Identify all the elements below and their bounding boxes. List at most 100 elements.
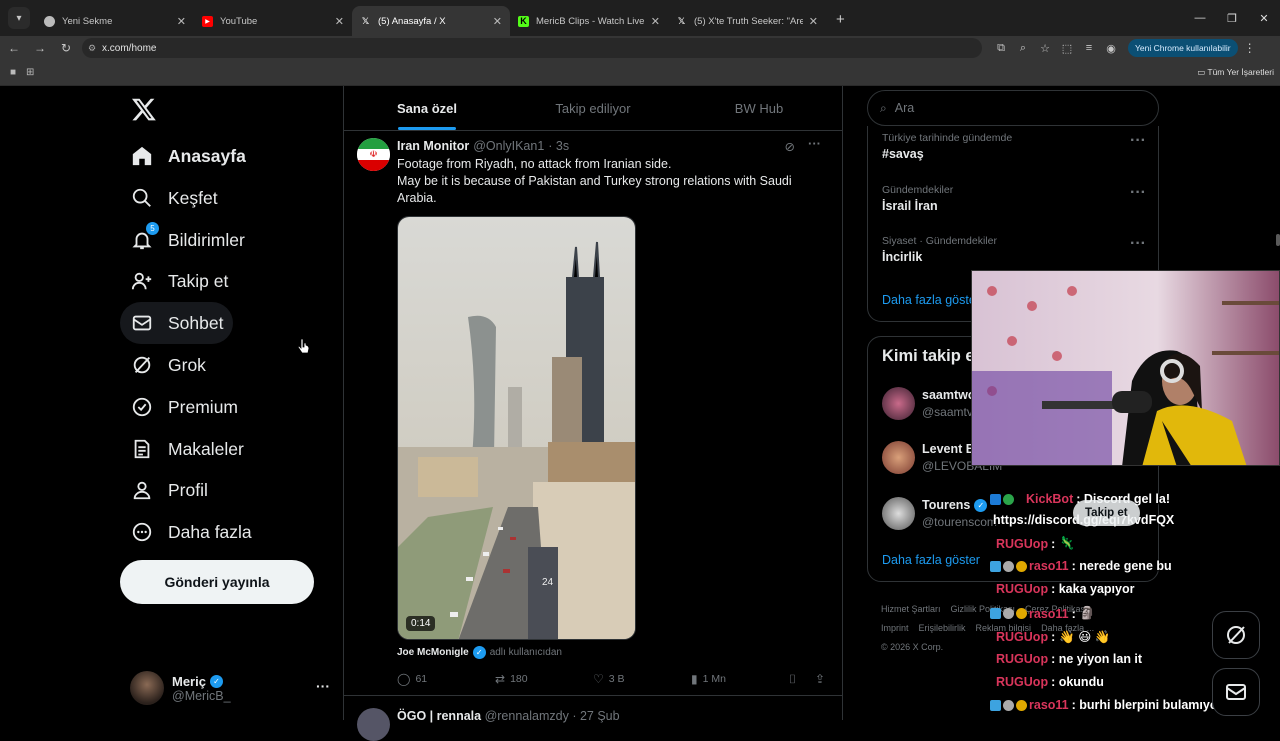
media-control-icon[interactable]: ≡ (1078, 42, 1100, 54)
tweet-author-name[interactable]: Iran Monitor (397, 139, 469, 153)
extensions-icon[interactable]: ⬚ (1056, 42, 1078, 55)
emote-icon: 👋 😃 👋 (1059, 630, 1111, 644)
views-button[interactable]: ▮ 1 Mn (691, 672, 726, 686)
verified-badge-icon (1003, 493, 1014, 505)
restore-icon[interactable]: ❐ (1216, 12, 1248, 25)
tab-search-button[interactable]: ▾ (8, 7, 30, 29)
heart-icon: ♡ (593, 672, 604, 686)
site-info-icon[interactable]: ⚙ (88, 43, 102, 54)
more-icon[interactable]: ··· (316, 678, 330, 694)
chat-message: raso11: nerede gene bu (990, 559, 1172, 573)
share-button[interactable]: ⇪ (815, 672, 830, 686)
nav-notifications[interactable]: 5 Bildirimler (120, 219, 255, 261)
grok-icon (130, 353, 154, 377)
bookmark-star-icon[interactable]: ☆ (1034, 42, 1056, 55)
trends-show-more-link[interactable]: Daha fazla göster (882, 293, 980, 307)
trend-item[interactable]: Siyaset · Gündemdekiler İncirlik ··· (882, 235, 1152, 264)
nav-chat[interactable]: Sohbet (120, 302, 234, 344)
nav-more[interactable]: Daha fazla (120, 511, 262, 553)
close-window-icon[interactable]: ✕ (1248, 12, 1280, 25)
grok-icon[interactable]: ⊘ (785, 139, 795, 154)
browser-tab[interactable]: K MericB Clips - Watch Live on Ki ✕ (510, 6, 668, 36)
level-badge-icon (1016, 608, 1027, 619)
tweet-video[interactable]: 24 0:14 (397, 216, 636, 640)
more-icon[interactable]: ··· (808, 136, 821, 151)
article-icon (130, 437, 154, 461)
like-button[interactable]: ♡ 3 B (593, 672, 625, 686)
more-icon[interactable]: ··· (1130, 235, 1146, 253)
close-icon[interactable]: ✕ (177, 15, 186, 28)
reply-button[interactable]: ◯ 61 (397, 672, 427, 686)
url-field[interactable]: ⚙ x.com/home (82, 38, 982, 58)
bookmark-button[interactable]: ⌷ (789, 672, 801, 687)
messages-float-button[interactable] (1212, 668, 1260, 716)
close-icon[interactable]: ✕ (335, 15, 344, 28)
reload-icon[interactable]: ↻ (54, 41, 78, 55)
verified-badge-icon: ✓ (209, 674, 223, 688)
nav-explore[interactable]: Keşfet (120, 177, 228, 219)
tweet-time[interactable]: · 3s (548, 139, 569, 153)
nav-profile[interactable]: Profil (120, 469, 218, 511)
level-badge-icon (1016, 560, 1027, 572)
browser-tab[interactable]: Yeni Sekme ✕ (36, 6, 194, 36)
follow-button[interactable]: Takip et (1073, 500, 1140, 526)
browser-menu-icon[interactable]: ⋮ (1244, 41, 1256, 55)
bell-icon: 5 (130, 222, 159, 252)
person-add-icon (130, 269, 154, 293)
profile-icon (130, 478, 154, 502)
nav-follow[interactable]: Takip et (120, 260, 238, 302)
youtube-icon: ▶ (202, 15, 213, 27)
post-button[interactable]: Gönderi yayınla (120, 560, 314, 604)
nav-premium[interactable]: Premium (120, 386, 248, 428)
subscriber-badge-icon (990, 608, 1001, 619)
iran-flag-avatar[interactable]: ☫ (357, 138, 390, 171)
grok-float-button[interactable] (1212, 611, 1260, 659)
tweet-author-handle[interactable]: @OnlyIKan1 (473, 139, 544, 153)
browser-tab[interactable]: 𝕏 (5) X'te Truth Seeker: "Are you ✕ (668, 6, 826, 36)
install-app-icon[interactable]: ⧉ (990, 42, 1012, 55)
minimize-icon[interactable]: — (1184, 12, 1216, 24)
gift-badge-icon (1003, 699, 1014, 711)
video-thumbnail: 24 (398, 217, 635, 639)
chrome-icon (44, 15, 55, 27)
nav-grok[interactable]: Grok (120, 344, 216, 386)
level-badge-icon (1016, 699, 1027, 711)
profile-icon[interactable]: ◉ (1100, 42, 1122, 55)
tweet[interactable]: ÖGO | rennala @rennalamzdy · 27 Şub (344, 698, 842, 741)
back-icon[interactable]: ← (2, 41, 26, 55)
avatar[interactable] (357, 708, 390, 741)
nav-articles[interactable]: Makaleler (120, 428, 254, 470)
forward-icon[interactable]: → (28, 41, 52, 55)
tab-for-you[interactable]: Sana özel (344, 86, 510, 130)
repost-button[interactable]: ⇄ 180 (495, 672, 528, 686)
close-icon[interactable]: ✕ (493, 15, 502, 28)
bookmark-item-icon[interactable]: ■ (10, 67, 16, 78)
browser-tab[interactable]: ▶ YouTube ✕ (194, 6, 352, 36)
trend-item[interactable]: Gündemdekiler İsrail İran ··· (882, 184, 1152, 213)
tab-following[interactable]: Takip ediliyor (510, 86, 676, 130)
all-bookmarks[interactable]: ▭ Tüm Yer İşaretleri (1197, 67, 1274, 78)
more-icon[interactable]: ··· (1130, 132, 1146, 150)
video-credit[interactable]: Joe McMonigle ✓ adlı kullanıcıdan (397, 646, 562, 659)
tweet-text: Footage from Riyadh, no attack from Iran… (397, 157, 792, 205)
close-icon[interactable]: ✕ (809, 15, 818, 28)
tweet[interactable]: ☫ Iran Monitor @OnlyIKan1 · 3s ⊘ ··· Foo… (344, 132, 842, 696)
zoom-icon[interactable]: ⌕ (1012, 42, 1034, 55)
webcam-overlay (971, 270, 1280, 466)
new-tab-button[interactable]: + (836, 11, 845, 28)
who-show-more-link[interactable]: Daha fazla göster (882, 553, 980, 567)
nav-home[interactable]: Anasayfa (120, 135, 256, 177)
close-icon[interactable]: ✕ (651, 15, 660, 28)
browser-tab-active[interactable]: 𝕏 (5) Anasayfa / X ✕ (352, 6, 510, 36)
page-scrollbar[interactable] (1276, 234, 1280, 246)
account-switcher[interactable]: Meriç ✓ @MericB_ ··· (130, 668, 330, 708)
trend-item[interactable]: Türkiye tarihinde gündemde #savaş ··· (882, 132, 1152, 161)
search-icon (130, 186, 154, 210)
chrome-update-button[interactable]: Yeni Chrome kullanılabilir (1128, 39, 1238, 57)
tab-bw-hub[interactable]: BW Hub (676, 86, 842, 130)
more-icon[interactable]: ··· (1130, 184, 1146, 202)
grok-icon (1227, 626, 1245, 644)
apps-grid-icon[interactable]: ⊞ (26, 67, 34, 78)
search-input[interactable]: ⌕ Ara (867, 90, 1159, 126)
x-logo-icon[interactable] (131, 96, 157, 122)
